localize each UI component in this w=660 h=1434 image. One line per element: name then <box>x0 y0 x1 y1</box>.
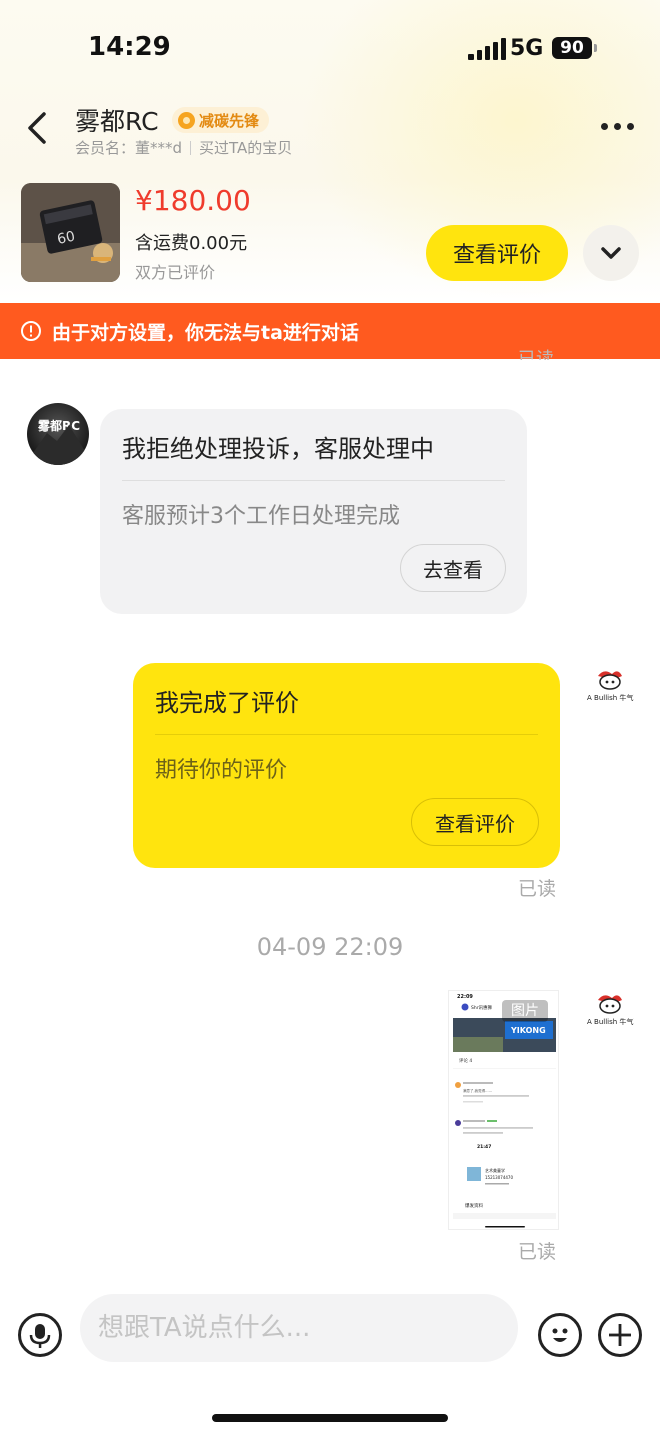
divider <box>190 140 192 155</box>
read-status-image: 已读 <box>518 1241 557 1263</box>
read-status: 已读 <box>518 878 557 900</box>
svg-text:爆发资料: 爆发资料 <box>465 1202 483 1209</box>
network-type: 5G <box>510 36 544 61</box>
svg-text:满意了,我觉得……: 满意了,我觉得…… <box>463 1088 493 1093</box>
chevron-down-icon <box>601 247 621 259</box>
servo-image: 60 <box>21 183 120 282</box>
member-name: 会员名：董***d <box>75 139 183 157</box>
view-review-card-button[interactable]: 查看评价 <box>411 798 539 846</box>
signal-icon <box>468 38 506 60</box>
emoji-button[interactable] <box>538 1313 582 1357</box>
svg-text:评论 4: 评论 4 <box>459 1057 472 1064</box>
review-status: 双方已评价 <box>135 263 216 282</box>
product-price: ¥180.00 <box>135 184 251 217</box>
microphone-icon <box>29 1324 51 1348</box>
message-bubble-mine[interactable]: 我完成了评价 期待你的评价 查看评价 <box>133 663 560 868</box>
badge-label: 减碳先锋 <box>199 111 260 130</box>
restriction-banner: 由于对方设置，你无法与ta进行对话 <box>0 303 660 359</box>
divider <box>155 734 538 735</box>
shop-badge: 减碳先锋 <box>172 107 270 133</box>
svg-text:Shr讯惠狮: Shr讯惠狮 <box>471 1004 493 1011</box>
my-avatar-text: A Bullish 牛气冲天 <box>587 693 634 702</box>
seller-avatar[interactable]: 雾都RC <box>27 403 89 465</box>
my-avatar[interactable]: A Bullish 牛气冲天 <box>584 664 647 714</box>
member-info: 会员名：董***d 买过TA的宝贝 <box>75 137 292 158</box>
divider <box>122 480 505 481</box>
message-subtitle: 期待你的评价 <box>155 758 288 783</box>
message-timestamp: 04-09 22:09 <box>256 933 404 961</box>
battery-tip <box>594 44 597 52</box>
product-thumbnail[interactable]: 60 <box>21 183 120 282</box>
voice-button[interactable] <box>18 1313 62 1357</box>
message-bubble-seller[interactable]: 我拒绝处理投诉，客服处理中 客服预计3个工作日处理完成 去查看 <box>100 409 527 614</box>
svg-text:15213074470: 15213074470 <box>485 1175 513 1180</box>
chevron-left-icon <box>28 112 46 144</box>
svg-text:艺术美童学: 艺术美童学 <box>485 1167 505 1173</box>
go-view-button[interactable]: 去查看 <box>400 544 506 592</box>
banner-text: 由于对方设置，你无法与ta进行对话 <box>52 321 359 344</box>
screenshot-image: 22:09 Shr讯惠狮 YIKONG 评论 4 满意了,我觉得…… 21:47… <box>449 991 558 1229</box>
message-input[interactable] <box>80 1294 518 1362</box>
svg-text:YIKONG: YIKONG <box>510 1026 546 1035</box>
image-tag: 图片 <box>502 1000 548 1022</box>
my-avatar-text: A Bullish 牛气冲天 <box>587 1017 634 1026</box>
shop-name[interactable]: 雾都RC <box>75 102 159 138</box>
view-review-button[interactable]: 查看评价 <box>426 225 568 281</box>
read-status-peek: 已读 <box>518 349 554 360</box>
more-actions-button[interactable] <box>598 1313 642 1357</box>
svg-text:22:09: 22:09 <box>457 994 473 1000</box>
expand-button[interactable] <box>583 225 639 281</box>
leaf-badge-icon <box>178 111 195 129</box>
emoji-smile-icon <box>552 1328 568 1342</box>
my-avatar-2[interactable]: A Bullish 牛气冲天 <box>584 988 647 1038</box>
image-message[interactable]: 22:09 Shr讯惠狮 YIKONG 评论 4 满意了,我觉得…… 21:47… <box>448 990 559 1230</box>
status-time: 14:29 <box>88 32 171 62</box>
shipping-fee: 含运费0.00元 <box>135 233 248 254</box>
home-indicator <box>212 1414 448 1422</box>
message-subtitle: 客服预计3个工作日处理完成 <box>122 504 400 529</box>
more-dots-icon <box>601 123 608 130</box>
alert-circle-icon <box>21 321 41 341</box>
battery-icon: 90 <box>552 37 592 59</box>
more-options-button[interactable] <box>601 123 634 130</box>
message-title: 我拒绝处理投诉，客服处理中 <box>122 435 434 463</box>
plus-circle-icon <box>609 1324 631 1346</box>
purchase-note: 买过TA的宝贝 <box>199 139 293 157</box>
message-title: 我完成了评价 <box>155 689 299 717</box>
svg-text:21:47: 21:47 <box>477 1144 491 1150</box>
back-button[interactable] <box>22 108 58 148</box>
